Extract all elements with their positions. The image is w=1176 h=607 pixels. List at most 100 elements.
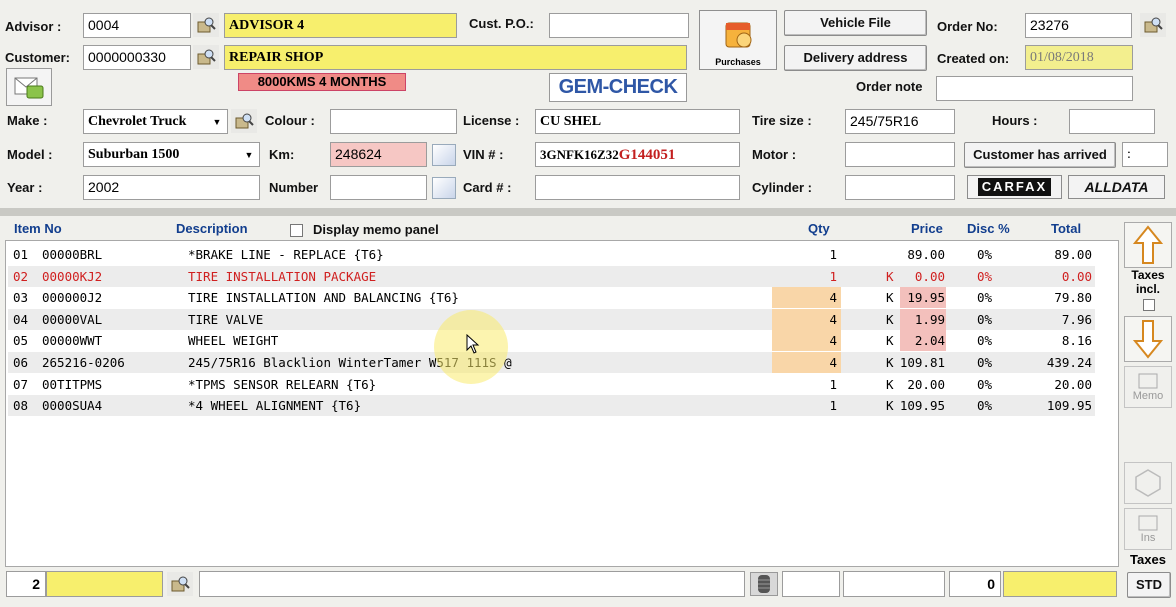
col-price-header[interactable]: Price <box>911 221 943 236</box>
table-row[interactable]: 01 00000BRL *BRAKE LINE - REPLACE {T6} 1 89.… <box>8 244 1095 265</box>
row-qty: 4 <box>829 355 837 370</box>
hours-label: Hours : <box>992 113 1038 128</box>
table-row[interactable]: 02 00000KJ2 TIRE INSTALLATION PACKAGE 1 K 0.0… <box>8 265 1095 287</box>
status-count-field: 0 <box>949 571 1001 597</box>
advisor-code-field[interactable]: 0004 <box>83 13 191 38</box>
row-price: 20.00 <box>907 376 945 392</box>
customer-lookup-icon[interactable] <box>193 45 219 69</box>
line-count-field: 2 <box>6 571 46 597</box>
vin-field[interactable]: 3GNFK16Z32G144051 <box>535 142 740 167</box>
license-label: License : <box>463 113 520 128</box>
move-down-button[interactable] <box>1124 316 1172 362</box>
row-disc: 0% <box>976 268 992 284</box>
row-item-no: 00TITPMS <box>42 376 103 392</box>
row-price: 0.00 <box>914 268 945 284</box>
table-row[interactable]: 06 265216-0206 245/75R16 Blacklion WinterT… <box>8 352 1095 373</box>
carfax-logo: CARFAX <box>977 178 1052 196</box>
customer-arrived-button[interactable]: Customer has arrived <box>964 142 1116 168</box>
row-disc: 0% <box>976 398 992 414</box>
chevron-down-icon[interactable]: ▼ <box>240 144 258 166</box>
license-field[interactable]: CU SHEL <box>535 109 740 134</box>
delivery-address-button[interactable]: Delivery address <box>784 45 927 71</box>
table-row[interactable]: 05 00000WWT WHEEL WEIGHT 4 K 2.04 0% 8.16 <box>8 330 1095 352</box>
col-disc-header[interactable]: Disc % <box>967 221 1010 236</box>
gemcheck-logo[interactable]: GEM-CHECK <box>549 73 687 102</box>
arrow-up-icon <box>1133 225 1163 264</box>
year-field[interactable]: 2002 <box>83 175 260 200</box>
make-select[interactable]: Chevrolet Truck ▼ <box>83 109 228 134</box>
row-total: 79.80 <box>1054 290 1092 306</box>
section-divider <box>0 208 1176 216</box>
move-up-button[interactable] <box>1124 222 1172 268</box>
advisor-lookup-icon[interactable] <box>193 13 219 37</box>
card-field[interactable] <box>535 175 740 200</box>
model-select[interactable]: Suburban 1500 ▼ <box>83 142 260 167</box>
number-calc-button[interactable] <box>432 177 456 199</box>
km-field[interactable]: 248624 <box>330 142 427 167</box>
status-lookup-icon[interactable] <box>167 572 193 596</box>
memo-button[interactable]: Memo <box>1124 366 1172 408</box>
col-total-header[interactable]: Total <box>1051 221 1081 236</box>
cylinder-label: Cylinder : <box>752 180 812 195</box>
vin-prefix: 3GNFK16Z32 <box>540 147 619 162</box>
order-lookup-icon[interactable] <box>1140 13 1166 37</box>
insert-icon <box>1138 515 1158 531</box>
col-item-header[interactable]: Item No <box>14 221 62 236</box>
cust-po-label: Cust. P.O.: <box>469 16 534 31</box>
row-price-flag: K <box>886 398 894 414</box>
order-no-field[interactable]: 23276 <box>1025 13 1132 38</box>
km-calc-button[interactable] <box>432 144 456 166</box>
row-disc: 0% <box>976 290 992 306</box>
memo-panel-checkbox[interactable] <box>290 224 303 237</box>
row-disc: 0% <box>976 376 992 392</box>
purchases-button[interactable]: Purchases <box>699 10 777 70</box>
hours-field[interactable] <box>1069 109 1155 134</box>
col-description-header[interactable]: Description <box>176 221 248 236</box>
order-note-field[interactable] <box>936 76 1133 101</box>
customer-code-field[interactable]: 0000000330 <box>83 45 191 70</box>
row-item-no: 00000VAL <box>42 311 103 327</box>
row-price-flag: K <box>886 333 894 349</box>
row-description: *BRAKE LINE - REPLACE {T6} <box>188 247 384 262</box>
colour-field[interactable] <box>330 109 457 134</box>
row-line-number: 07 <box>13 376 29 392</box>
std-button[interactable]: STD <box>1127 572 1171 598</box>
row-price-flag: K <box>886 290 894 306</box>
table-row[interactable]: 03 000000J2 TIRE INSTALLATION AND BALANCIN… <box>8 287 1095 309</box>
row-price: 1.99 <box>914 311 945 327</box>
row-total: 7.96 <box>1061 311 1092 327</box>
colour-label: Colour : <box>265 113 315 128</box>
vin-label: VIN # : <box>463 147 504 162</box>
carfax-button[interactable]: CARFAX <box>967 175 1062 199</box>
table-row[interactable]: 08 0000SUA4 *4 WHEEL ALIGNMENT {T6} 1 K 109.9… <box>8 395 1095 417</box>
tire-icon[interactable] <box>750 572 778 596</box>
customer-arrived-field[interactable]: : <box>1122 142 1168 167</box>
status-text-field[interactable] <box>199 571 745 597</box>
alldata-button[interactable]: ALLDATA <box>1068 175 1165 199</box>
row-item-no: 00000KJ2 <box>42 268 103 284</box>
taxes-incl-checkbox[interactable] <box>1143 299 1155 311</box>
vehicle-file-button[interactable]: Vehicle File <box>784 10 927 36</box>
purchases-label: Purchases <box>715 57 761 67</box>
cylinder-field[interactable] <box>845 175 955 200</box>
hex-button[interactable] <box>1124 462 1172 504</box>
row-total: 109.95 <box>1046 398 1092 414</box>
table-row[interactable]: 04 00000VAL TIRE VALVE 4 K 1.99 0% 7.96 <box>8 308 1095 330</box>
chevron-down-icon[interactable]: ▼ <box>208 111 226 133</box>
created-on-label: Created on: <box>937 51 1010 66</box>
make-label: Make : <box>7 113 48 128</box>
row-price: 109.95 <box>899 398 945 414</box>
table-row[interactable]: 07 00TITPMS *TPMS SENSOR RELEARN {T6} 1 K 20.… <box>8 374 1095 395</box>
number-field[interactable] <box>330 175 427 200</box>
sms-icon[interactable] <box>6 68 52 106</box>
tire-size-field[interactable]: 245/75R16 <box>845 109 955 134</box>
motor-field[interactable] <box>845 142 955 167</box>
tire-size-label: Tire size : <box>752 113 812 128</box>
row-item-no: 000000J2 <box>42 290 103 306</box>
make-lookup-icon[interactable] <box>231 109 257 133</box>
row-price: 89.00 <box>907 247 945 262</box>
insert-button[interactable]: Ins <box>1124 508 1172 550</box>
memo-icon <box>1138 373 1158 389</box>
col-qty-header[interactable]: Qty <box>808 221 830 236</box>
cust-po-field[interactable] <box>549 13 689 38</box>
